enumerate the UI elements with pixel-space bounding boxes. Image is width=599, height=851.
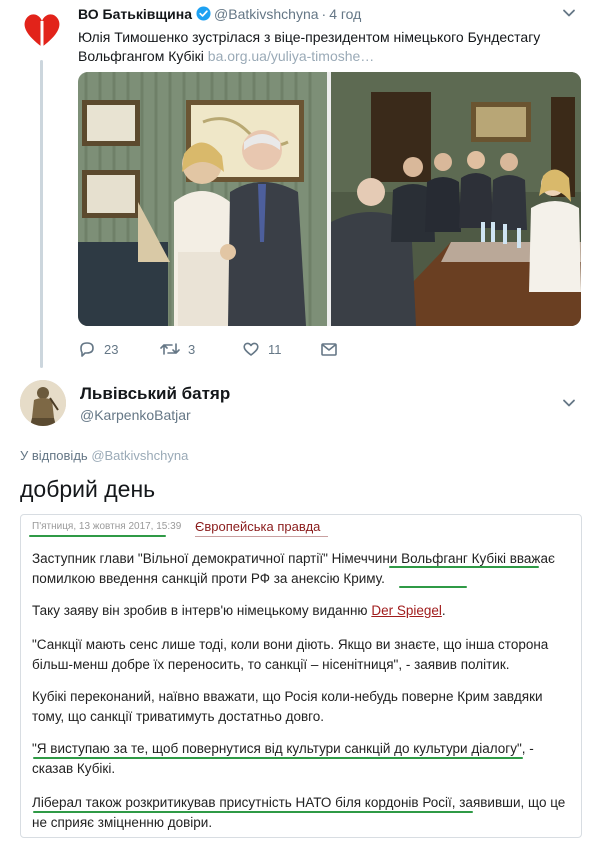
direct-message-action[interactable] xyxy=(320,340,338,358)
photo-meeting-table[interactable] xyxy=(331,72,581,326)
reply-context: У відповідь @Batkivshchyna xyxy=(20,448,188,463)
like-count: 11 xyxy=(268,341,282,357)
der-spiegel-link[interactable]: Der Spiegel xyxy=(371,603,442,618)
tweet-timestamp[interactable]: 4 год xyxy=(329,6,361,22)
highlight-mark xyxy=(33,757,523,759)
article-date: П'ятниця, 13 жовтня 2017, 15:39 xyxy=(32,521,182,532)
article-paragraph-4: Кубікі переконаний, наївно вважати, що Р… xyxy=(32,689,543,724)
party-heart-logo-icon[interactable] xyxy=(20,8,64,52)
separator-dot: · xyxy=(321,6,327,22)
reply-icon xyxy=(80,342,94,357)
paragraph-2-text: Таку заяву він зробив в інтерв'ю німецьк… xyxy=(32,603,372,618)
retweet-count: 3 xyxy=(188,341,196,357)
article-paragraph-1: Заступник глави "Вільної демократичної п… xyxy=(32,551,555,586)
reply-prefix: У відповідь xyxy=(20,448,88,463)
avatar[interactable] xyxy=(20,380,66,426)
article-paragraph-3: "Санкції мають сенс лише тоді, коли вони… xyxy=(32,637,549,672)
retweet-icon xyxy=(160,343,180,355)
tweet-menu-chevron-down-icon[interactable] xyxy=(562,396,576,415)
tweet-header: ВО Батьківщина @Batkivshchyna · 4 год xyxy=(78,6,361,24)
article-paragraph-6: Ліберал також розкритикував присутність … xyxy=(32,795,566,830)
author-name[interactable]: ВО Батьківщина xyxy=(78,6,192,22)
tweet-menu-chevron-down-icon[interactable] xyxy=(562,6,576,25)
tweet-original: ВО Батьківщина @Batkivshchyna · 4 год Юлія … xyxy=(0,0,599,370)
paragraph-2-end: . xyxy=(441,603,446,618)
verified-badge-icon xyxy=(196,6,211,24)
author-handle[interactable]: @KarpenkoBatjar xyxy=(80,407,191,423)
tweet-text: Юлія Тимошенко зустрілася з віце-президе… xyxy=(78,28,578,66)
source-underline xyxy=(195,536,328,537)
highlight-mark xyxy=(33,811,473,813)
thread-line xyxy=(40,60,43,368)
highlight-mark xyxy=(389,566,539,568)
photo-meeting-handshake[interactable] xyxy=(78,72,327,326)
reply-count: 23 xyxy=(104,341,119,357)
tweet-link[interactable]: ba.org.ua/yuliya-timoshe… xyxy=(208,48,375,64)
reply-action[interactable]: 23 xyxy=(78,340,118,358)
reply-handle-link[interactable]: @Batkivshchyna xyxy=(91,448,188,463)
tweet-text: добрий день xyxy=(20,476,156,502)
author-handle[interactable]: @Batkivshchyna xyxy=(214,6,318,22)
like-action[interactable]: 11 xyxy=(242,340,282,358)
date-highlight-mark xyxy=(29,535,166,537)
highlight-mark xyxy=(399,586,467,588)
tweet-media[interactable] xyxy=(78,72,581,326)
retweet-action[interactable]: 3 xyxy=(160,340,195,358)
author-name[interactable]: Львівський батяр xyxy=(80,384,230,404)
heart-icon xyxy=(243,342,259,356)
article-source: Європейська правда xyxy=(195,519,321,534)
article-paragraph-2: Таку заяву він зробив в інтерв'ю німецьк… xyxy=(32,601,572,621)
article-screenshot[interactable]: П'ятниця, 13 жовтня 2017, 15:39 Європейс… xyxy=(20,514,582,838)
article-paragraph-5: "Я виступаю за те, щоб повернутися від к… xyxy=(32,741,534,776)
envelope-icon xyxy=(321,343,337,356)
